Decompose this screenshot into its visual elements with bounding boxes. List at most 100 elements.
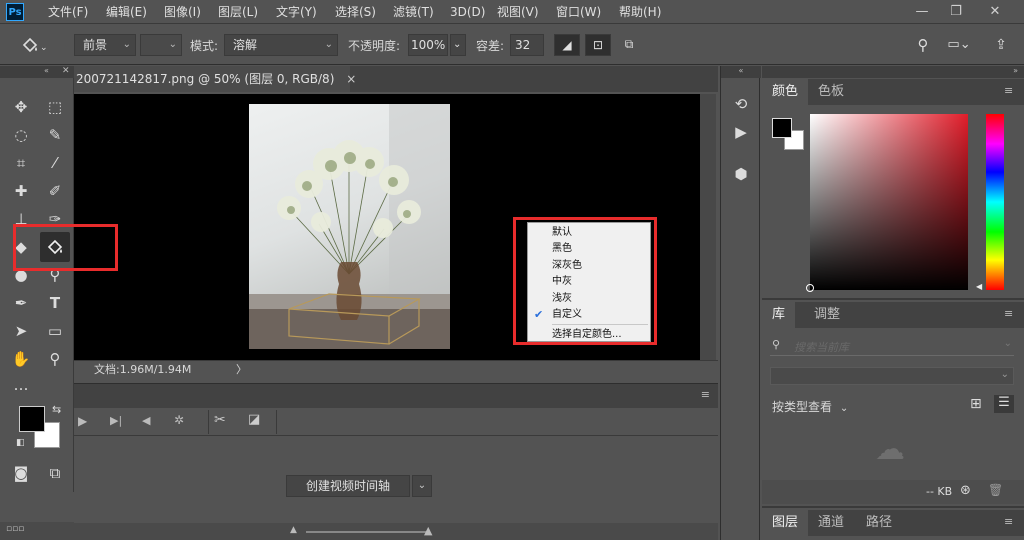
color-picker-handle[interactable] xyxy=(806,284,814,292)
hue-slider[interactable] xyxy=(986,114,1004,290)
list-view-icon[interactable]: ☰ xyxy=(994,395,1014,413)
search-icon[interactable]: ⚲ xyxy=(912,34,934,56)
path-select-tool-icon[interactable]: ➤ xyxy=(8,318,34,344)
view-by-type[interactable]: 按类型查看 ⌄ xyxy=(772,398,848,415)
tab-swatches[interactable]: 色板 xyxy=(808,79,854,105)
library-select[interactable]: ⌄ xyxy=(770,367,1014,385)
collapse-icon[interactable]: « xyxy=(44,66,49,75)
tab-paths[interactable]: 路径 xyxy=(856,510,902,536)
tab-libraries[interactable]: 库 xyxy=(762,302,796,328)
highlight-box-tool xyxy=(13,224,118,271)
scissors-icon[interactable]: ✂ xyxy=(214,412,226,428)
hue-slider-handle[interactable]: ◀ xyxy=(976,282,982,291)
menu-layer[interactable]: 图层(L) xyxy=(218,4,258,20)
paint-bucket-preset-icon[interactable]: ⌄ xyxy=(20,33,56,57)
close-tab-icon[interactable]: × xyxy=(346,72,356,86)
menu-filter[interactable]: 滤镜(T) xyxy=(393,4,434,20)
crop-tool-icon[interactable]: ⌗ xyxy=(8,150,34,176)
rectangle-tool-icon[interactable]: ▭ xyxy=(42,318,68,344)
trash-icon[interactable]: 🗑 xyxy=(988,483,1003,497)
actions-play-icon[interactable]: ▶ xyxy=(729,120,753,144)
blend-mode-select[interactable]: 溶解 ⌄ xyxy=(224,34,338,56)
zoom-in-icon[interactable]: ▲ xyxy=(424,524,432,537)
type-tool-icon[interactable]: T xyxy=(42,290,68,316)
zoom-out-icon[interactable]: ▲ xyxy=(290,525,297,535)
panel-menu-icon[interactable]: ≡ xyxy=(1004,85,1016,97)
tolerance-field[interactable]: 32 xyxy=(510,34,544,56)
healing-brush-tool-icon[interactable]: ✚ xyxy=(8,178,34,204)
menu-select[interactable]: 选择(S) xyxy=(335,4,376,20)
panel-group-header: » xyxy=(762,66,1024,78)
next-frame-icon[interactable]: ▶| xyxy=(110,414,122,427)
foreground-color-swatch-top[interactable] xyxy=(19,406,45,432)
panel-menu-icon[interactable]: ≡ xyxy=(1004,516,1016,528)
document-tab[interactable]: 200721142817.png @ 50% (图层 0, RGB/8) × xyxy=(74,66,356,92)
minimize-icon[interactable]: — xyxy=(907,2,937,22)
share-icon[interactable]: ⇪ xyxy=(990,34,1012,56)
menu-image[interactable]: 图像(I) xyxy=(164,4,201,20)
color-panel-foreground-top[interactable] xyxy=(772,118,792,138)
all-layers-icon[interactable]: ⧉ xyxy=(616,34,642,56)
play-icon[interactable]: ▶ xyxy=(78,414,87,428)
divider xyxy=(208,410,209,434)
quick-mask-icon[interactable]: ◙ xyxy=(8,460,34,486)
3d-cube-icon[interactable]: ⬢ xyxy=(729,162,753,186)
close-panel-icon[interactable]: ✕ xyxy=(62,66,70,76)
menu-file[interactable]: 文件(F) xyxy=(48,4,88,20)
create-video-timeline-button[interactable]: 创建视频时间轴 xyxy=(286,475,410,497)
tab-layers[interactable]: 图层 xyxy=(762,510,809,536)
menu-edit[interactable]: 编辑(E) xyxy=(106,4,147,20)
tab-color[interactable]: 颜色 xyxy=(762,79,809,105)
panel-menu-icon[interactable]: ≡ xyxy=(701,388,710,401)
swap-colors-icon[interactable]: ⇆ xyxy=(52,403,61,416)
workspace-icon[interactable]: ▭⌄ xyxy=(944,34,974,56)
status-menu-arrow[interactable]: 〉 xyxy=(236,362,247,378)
default-colors-icon[interactable]: ◧ xyxy=(16,438,25,448)
menu-type[interactable]: 文字(Y) xyxy=(276,4,317,20)
color-field[interactable] xyxy=(810,114,968,290)
pattern-picker[interactable]: ⌄ xyxy=(140,34,182,56)
sync-icon[interactable]: ⊛ xyxy=(960,483,971,498)
anti-alias-icon[interactable]: ◢ xyxy=(554,34,580,56)
canvas-scrollbar[interactable] xyxy=(700,94,716,360)
eyedropper-tool-icon[interactable]: ⁄ xyxy=(42,150,68,176)
creative-cloud-icon: ☁ xyxy=(875,432,905,467)
tab-adjustments[interactable]: 调整 xyxy=(804,302,850,328)
tools-panel-header[interactable]: « ✕ xyxy=(0,66,74,78)
audio-icon[interactable]: ◀ xyxy=(142,414,150,427)
grid-view-icon[interactable]: ⊞ xyxy=(970,396,982,412)
timeline-zoom-slider[interactable] xyxy=(306,531,426,533)
brush-tool-icon[interactable]: ✐ xyxy=(42,178,68,204)
transition-icon[interactable]: ◪ xyxy=(248,412,260,427)
move-tool-icon[interactable]: ✥ xyxy=(8,94,34,120)
screen-mode-icon[interactable]: ⧉ xyxy=(42,460,68,486)
menu-help[interactable]: 帮助(H) xyxy=(619,4,661,20)
history-icon[interactable]: ⟲ xyxy=(729,92,753,116)
contiguous-icon[interactable]: ⊡ xyxy=(585,34,611,56)
collapse-icon[interactable]: « xyxy=(721,66,761,78)
more-tools-icon[interactable]: … xyxy=(8,372,34,398)
menu-3d[interactable]: 3D(D) xyxy=(450,4,485,20)
quick-select-tool-icon[interactable]: ✎ xyxy=(42,122,68,148)
timeline-mode-dropdown[interactable]: ⌄ xyxy=(412,475,432,497)
chevron-down-icon: ⌄ xyxy=(839,403,849,414)
hand-tool-icon[interactable]: ✋ xyxy=(8,346,34,372)
panel-menu-icon[interactable]: ≡ xyxy=(1004,308,1016,320)
opacity-field[interactable]: 100% xyxy=(408,34,448,56)
pen-tool-icon[interactable]: ✒ xyxy=(8,290,34,316)
menu-window[interactable]: 窗口(W) xyxy=(556,4,601,20)
lasso-tool-icon[interactable]: ◌ xyxy=(8,122,34,148)
opacity-dropdown[interactable]: ⌄ xyxy=(450,34,466,56)
restore-icon[interactable]: ❐ xyxy=(941,2,971,22)
close-icon[interactable]: ✕ xyxy=(980,2,1010,22)
convert-frame-icon[interactable]: ▫▫▫ xyxy=(6,524,24,534)
collapse-right-icon[interactable]: » xyxy=(1013,66,1018,75)
fill-source-select[interactable]: 前景 ⌄ xyxy=(74,34,136,56)
marquee-tool-icon[interactable]: ⬚ xyxy=(42,94,68,120)
zoom-tool-icon[interactable]: ⚲ xyxy=(42,346,68,372)
menu-bar: Ps 文件(F) 编辑(E) 图像(I) 图层(L) 文字(Y) 选择(S) 滤… xyxy=(0,0,1024,24)
menu-view[interactable]: 视图(V) xyxy=(497,4,539,20)
library-search[interactable]: ⚲ 搜索当前库 ⌄ xyxy=(770,336,1014,356)
settings-gear-icon[interactable]: ✲ xyxy=(174,413,184,427)
tab-channels[interactable]: 通道 xyxy=(808,510,854,536)
